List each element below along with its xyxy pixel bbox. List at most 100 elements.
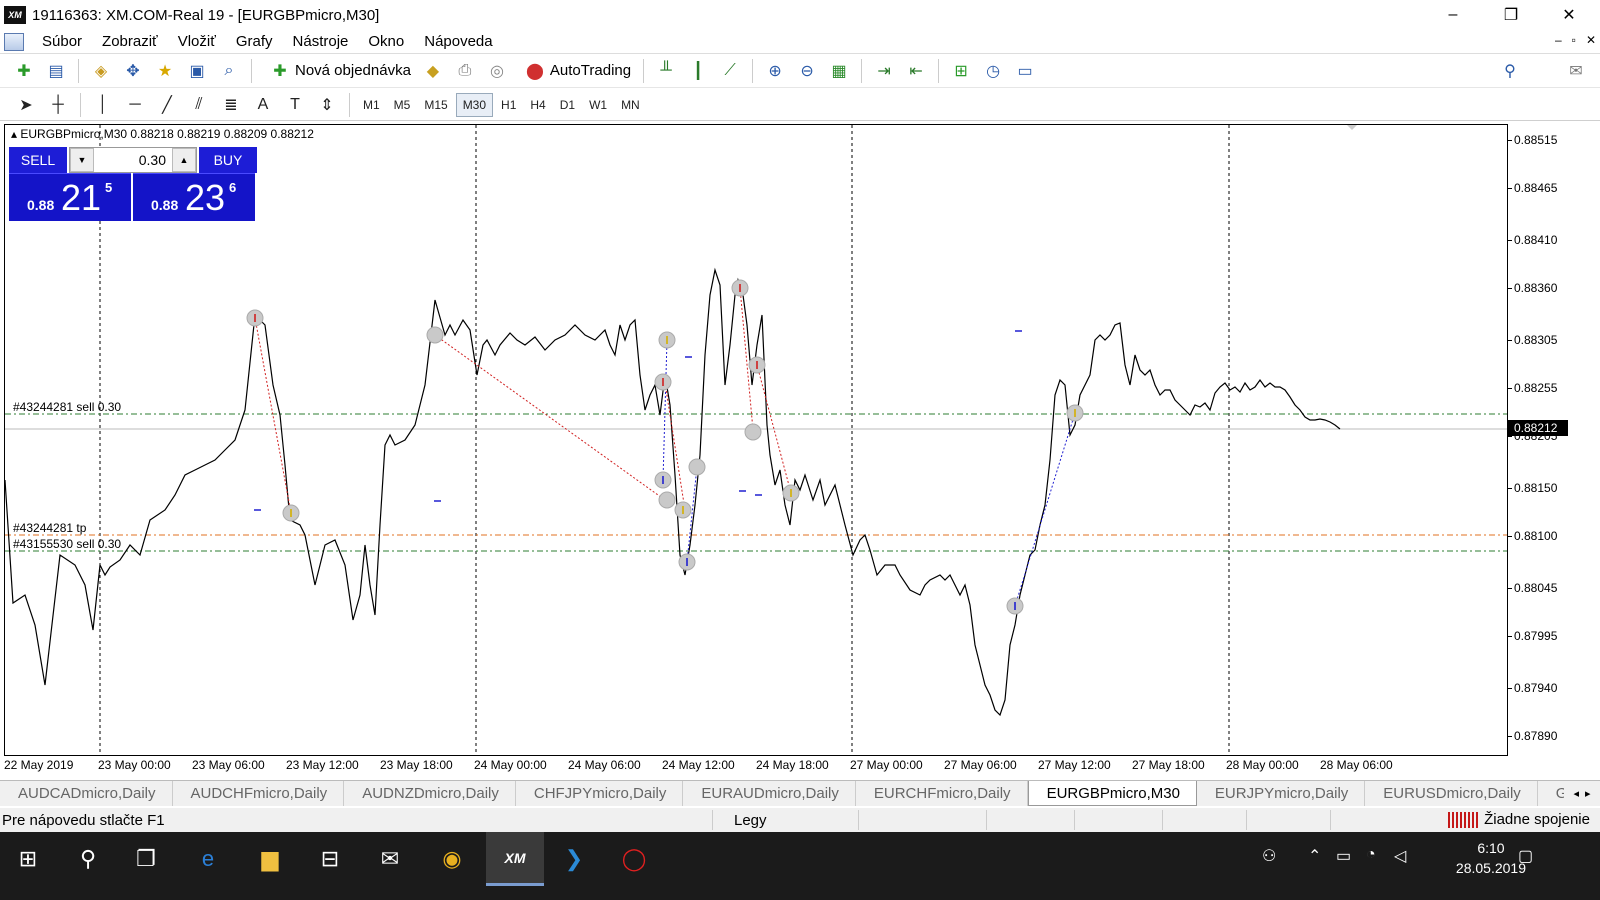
text-label-icon[interactable]: T [282,92,308,118]
mail-icon[interactable]: ✉ [362,832,418,886]
lot-size-stepper[interactable]: ▼ ▲ [69,147,197,173]
battery-icon[interactable]: ▭ [1336,846,1351,866]
close-button[interactable]: ✕ [1540,0,1598,30]
data-window-icon[interactable]: ✥ [120,58,146,84]
file-explorer-icon[interactable]: ▆ [242,832,298,886]
collapse-triangle-icon[interactable]: ▴ [11,127,20,141]
strategy-tester-icon[interactable]: ⌕ [216,58,242,84]
menu-file[interactable]: Súbor [32,33,92,50]
terminal-icon[interactable]: ▣ [184,58,210,84]
time-axis[interactable]: 22 May 2019 23 May 00:00 23 May 06:00 23… [0,756,1508,778]
wifi-icon[interactable]: ◔ [1366,846,1376,864]
bar-chart-icon[interactable]: ╨ [653,58,679,84]
profiles-icon[interactable]: ▤ [43,58,69,84]
timeframe-mn[interactable]: MN [615,94,646,116]
buy-quote[interactable]: 0.88 23 6 [133,173,255,221]
navigator-icon[interactable]: ★ [152,58,178,84]
minimize-button[interactable]: – [1424,0,1482,30]
tab-audcad[interactable]: AUDCADmicro,Daily [0,781,173,806]
price-chart[interactable]: ▴ EURGBPmicro,M30 0.88218 0.88219 0.8820… [4,124,1508,756]
chrome-icon[interactable]: ◉ [424,832,480,886]
chat-icon[interactable]: ✉ [1563,58,1589,84]
line-chart-icon[interactable]: ⟋ [717,58,743,84]
mdi-restore-button[interactable]: ▫ [1572,33,1576,47]
horizontal-line-icon[interactable]: ─ [122,92,148,118]
tab-eurgbp[interactable]: EURGBPmicro,M30 [1027,781,1197,806]
timeframe-m5[interactable]: M5 [388,94,417,116]
search-icon[interactable]: ⚲ [1497,58,1523,84]
lot-increase-icon[interactable]: ▲ [172,148,196,172]
mdi-close-button[interactable]: ✕ [1586,33,1596,47]
periods-icon[interactable]: ◷ [980,58,1006,84]
price-axis[interactable]: 0.88515 0.88465 0.88410 0.88360 0.88305 … [1508,124,1600,756]
menu-view[interactable]: Zobraziť [92,33,168,50]
autotrading-button[interactable]: ⬤ AutoTrading [513,57,637,85]
text-icon[interactable]: A [250,92,276,118]
menu-insert[interactable]: Vložiť [168,33,226,50]
new-order-button[interactable]: ✚ Nová objednávka [258,57,417,85]
cursor-icon[interactable]: ➤ [13,92,39,118]
store-icon[interactable]: ⊟ [302,832,358,886]
trade-marker[interactable] [744,423,762,441]
timeframe-h4[interactable]: H4 [524,94,551,116]
lot-decrease-icon[interactable]: ▼ [70,148,94,172]
tab-scroll-right-icon[interactable]: ▸ [1585,787,1591,800]
task-view-icon[interactable]: ❐ [118,832,174,886]
tab-chfjpy[interactable]: CHFJPYmicro,Daily [516,781,684,806]
opera-icon[interactable]: ◯ [606,832,662,886]
trendline-icon[interactable]: ╱ [154,92,180,118]
zoom-out-icon[interactable]: ⊖ [794,58,820,84]
trade-marker[interactable] [658,491,676,509]
tab-scroll-left-icon[interactable]: ◂ [1573,787,1579,800]
sell-quote[interactable]: 0.88 21 5 [9,173,131,221]
signals-icon[interactable]: ⎙ [452,58,478,84]
buy-button[interactable]: BUY [199,147,257,173]
chart-shift-marker[interactable] [1347,125,1357,130]
timeframe-h1[interactable]: H1 [495,94,522,116]
tab-eurusd[interactable]: EURUSDmicro,Daily [1365,781,1538,806]
timeframe-m30[interactable]: M30 [455,92,494,117]
zoom-in-icon[interactable]: ⊕ [762,58,788,84]
tile-windows-icon[interactable]: ▦ [826,58,852,84]
timeframe-m1[interactable]: M1 [357,94,386,116]
trade-marker[interactable] [688,458,706,476]
timeframe-m15[interactable]: M15 [418,94,453,116]
vscode-icon[interactable]: ❯ [546,832,602,886]
auto-scroll-icon[interactable]: ⇥ [871,58,897,84]
menu-charts[interactable]: Grafy [226,33,283,50]
notifications-icon[interactable]: ▢ [1518,846,1533,866]
taskbar-clock[interactable]: 6:10 28.05.2019 [1456,838,1526,878]
tab-eurjpy[interactable]: EURJPYmicro,Daily [1197,781,1366,806]
chart-shift-icon[interactable]: ⇤ [903,58,929,84]
connection-status[interactable]: Žiadne spojenie [1448,811,1590,828]
vertical-line-icon[interactable]: │ [90,92,116,118]
trade-marker[interactable] [426,326,444,344]
sell-button[interactable]: SELL [9,147,67,173]
chart-window-icon[interactable] [4,32,24,51]
volume-icon[interactable]: ◁ [1394,846,1406,866]
menu-window[interactable]: Okno [358,33,414,50]
candlestick-icon[interactable]: ┃ [685,58,711,84]
crosshair-icon[interactable]: ┼ [45,92,71,118]
timeframe-w1[interactable]: W1 [583,94,613,116]
mdi-minimize-button[interactable]: – [1555,33,1562,47]
fibonacci-icon[interactable]: ≣ [218,92,244,118]
maximize-button[interactable]: ❐ [1482,0,1540,30]
channel-icon[interactable]: ⫽ [186,92,212,118]
search-icon[interactable]: ⚲ [60,832,116,886]
tab-euraud[interactable]: EURAUDmicro,Daily [683,781,856,806]
market-watch-icon[interactable]: ◈ [88,58,114,84]
metaeditor-icon[interactable]: ◆ [420,58,446,84]
new-chart-icon[interactable]: ✚ [11,58,37,84]
people-icon[interactable]: ⚇ [1262,846,1276,866]
timeframe-d1[interactable]: D1 [554,94,581,116]
tab-audchf[interactable]: AUDCHFmicro,Daily [173,781,345,806]
templates-icon[interactable]: ▭ [1012,58,1038,84]
edge-icon[interactable]: e [180,832,236,886]
tab-audnzd[interactable]: AUDNZDmicro,Daily [344,781,516,806]
tray-expand-icon[interactable]: ⌃ [1308,846,1321,866]
arrows-icon[interactable]: ⇕ [314,92,340,118]
start-icon[interactable]: ⊞ [0,832,56,886]
xm-terminal-icon[interactable]: XM [486,832,544,886]
indicators-icon[interactable]: ⊞ [948,58,974,84]
